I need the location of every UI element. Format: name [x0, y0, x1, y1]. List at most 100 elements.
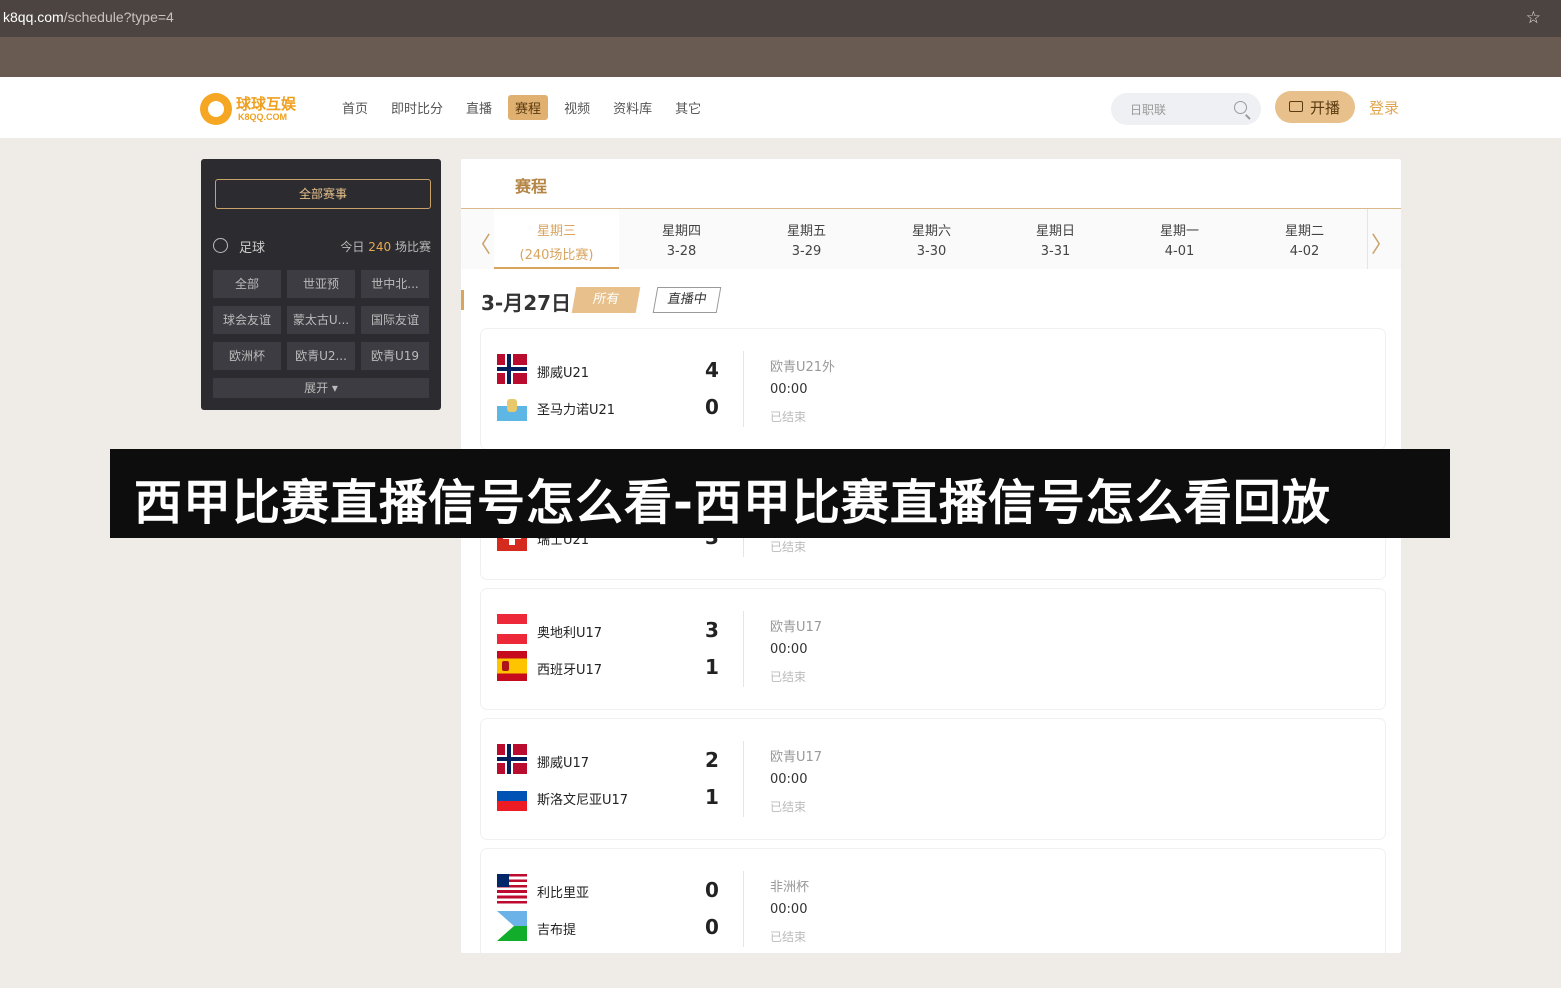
home-team: 挪威U21 4: [497, 354, 727, 384]
nav-database[interactable]: 资料库: [606, 95, 659, 120]
competition-name: 非洲杯: [770, 880, 810, 895]
team-score: 4: [705, 358, 719, 382]
day-tab[interactable]: 星期六 3-30: [869, 209, 994, 269]
norway-flag-icon: [497, 744, 527, 774]
san-marino-flag-icon: [497, 391, 527, 421]
expand-button[interactable]: 展开 ▾: [213, 378, 429, 398]
djibouti-flag-icon: [497, 911, 527, 941]
day-date: 3-28: [666, 244, 697, 259]
day-tab[interactable]: 星期日 3-31: [993, 209, 1118, 269]
liberia-flag-icon: [497, 874, 527, 904]
nav-home[interactable]: 首页: [335, 95, 375, 120]
filter-all-tag[interactable]: 所有: [571, 287, 641, 313]
match-divider: [743, 741, 744, 817]
team-score: 2: [705, 748, 719, 772]
team-name: 圣马力诺U21: [537, 403, 616, 418]
search-icon[interactable]: [1234, 101, 1247, 114]
away-team: 圣马力诺U21 0: [497, 391, 727, 421]
day-tab[interactable]: 星期二 4-02: [1242, 209, 1367, 269]
browser-url-bar[interactable]: k8qq.com/schedule?type=4 ☆: [0, 0, 1561, 37]
day-tabs: 〈 星期三 (240场比赛) 星期四 3-28 星期五 3-29 星期六 3-30 星期…: [461, 209, 1401, 269]
day-date: (240场比赛): [519, 248, 594, 263]
category-grid: 全部 世亚预 世中北... 球会友谊 蒙太古U... 国际友谊 欧洲杯 欧青U2…: [213, 270, 431, 370]
category-chip[interactable]: 球会友谊: [213, 306, 281, 334]
match-time: 00:00: [770, 642, 808, 657]
day-tabs-divider: [1367, 209, 1368, 269]
day-date: 3-29: [791, 244, 822, 259]
day-date: 3-30: [916, 244, 947, 259]
sport-label: 足球: [239, 241, 266, 256]
austria-flag-icon: [497, 614, 527, 644]
norway-flag-icon: [497, 354, 527, 384]
team-name: 吉布提: [537, 923, 577, 938]
category-chip[interactable]: 欧青U2...: [287, 342, 355, 370]
day-tab[interactable]: 星期四 3-28: [619, 209, 744, 269]
nav-live-scores[interactable]: 即时比分: [384, 95, 450, 120]
nav-other[interactable]: 其它: [668, 95, 708, 120]
category-chip[interactable]: 世中北...: [361, 270, 429, 298]
url-text[interactable]: k8qq.com/schedule?type=4: [3, 9, 174, 25]
match-divider: [743, 871, 744, 947]
match-status: 已结束: [770, 540, 807, 554]
date-heading: 3-月27日: [481, 291, 572, 315]
match-status: 已结束: [770, 410, 807, 424]
team-name: 斯洛文尼亚U17: [537, 793, 629, 808]
day-name: 星期四: [661, 224, 701, 239]
match-status: 已结束: [770, 930, 807, 944]
match-card[interactable]: 利比里亚 0 吉布提 0 非洲杯 00:00 已结束: [481, 849, 1385, 953]
start-live-button[interactable]: 开播: [1275, 91, 1355, 123]
match-card[interactable]: 挪威U21 4 圣马力诺U21 0 欧青U21外 00:00 已结束: [481, 329, 1385, 449]
chevron-right-icon[interactable]: 〉: [1371, 227, 1393, 259]
team-name: 利比里亚: [537, 886, 590, 901]
home-team: 挪威U17 2: [497, 744, 727, 774]
logo-name: 球球互娱: [236, 96, 297, 113]
day-tab[interactable]: 星期三 (240场比赛): [494, 209, 619, 269]
day-name: 星期五: [786, 224, 826, 239]
match-time: 00:00: [770, 772, 808, 787]
home-team: 利比里亚 0: [497, 874, 727, 904]
schedule-panel: 赛程 〈 星期三 (240场比赛) 星期四 3-28 星期五 3-29 星期六 3-30…: [461, 159, 1401, 953]
away-team: 西班牙U17 1: [497, 651, 727, 681]
logo-ball-icon: [200, 93, 232, 125]
match-status: 已结束: [770, 800, 807, 814]
category-chip[interactable]: 欧青U19: [361, 342, 429, 370]
category-chip[interactable]: 欧洲杯: [213, 342, 281, 370]
category-chip[interactable]: 世亚预: [287, 270, 355, 298]
search-box[interactable]: 日职联: [1111, 93, 1261, 125]
team-score: 0: [705, 878, 719, 902]
team-score: 1: [705, 785, 719, 809]
day-name: 星期一: [1159, 224, 1199, 239]
team-name: 奥地利U17: [537, 626, 603, 641]
login-link[interactable]: 登录: [1369, 97, 1399, 118]
match-divider: [743, 351, 744, 427]
banner-text: 西甲比赛直播信号怎么看-西甲比赛直播信号怎么看回放: [134, 475, 1331, 531]
site-logo[interactable]: 球球互娱 K8QQ.COM: [200, 91, 305, 125]
match-card[interactable]: 挪威U17 2 斯洛文尼亚U17 1 欧青U17 00:00 已结束: [481, 719, 1385, 839]
match-status: 已结束: [770, 670, 807, 684]
match-divider: [743, 611, 744, 687]
start-live-label: 开播: [1310, 99, 1341, 117]
bookmark-star-icon[interactable]: ☆: [1526, 8, 1541, 28]
nav-schedule[interactable]: 赛程: [508, 95, 549, 120]
nav-video[interactable]: 视频: [557, 95, 597, 120]
match-card[interactable]: 奥地利U17 3 西班牙U17 1 欧青U17 00:00 已结束: [481, 589, 1385, 709]
category-chip[interactable]: 国际友谊: [361, 306, 429, 334]
competition-name: 欧青U21外: [770, 360, 836, 375]
nav-live[interactable]: 直播: [459, 95, 499, 120]
all-events-button[interactable]: 全部赛事: [215, 179, 431, 209]
day-tab[interactable]: 星期五 3-29: [744, 209, 869, 269]
chevron-left-icon[interactable]: 〈: [469, 227, 491, 259]
filter-live-tag[interactable]: 直播中: [652, 287, 722, 313]
team-name: 挪威U17: [537, 756, 590, 771]
title-banner: 西甲比赛直播信号怎么看-西甲比赛直播信号怎么看回放: [110, 449, 1450, 538]
main-nav: 首页 即时比分 直播 赛程 视频 资料库 其它: [335, 95, 717, 120]
category-chip[interactable]: 全部: [213, 270, 281, 298]
event-filter-panel: 全部赛事 足球 今日 240 场比赛 全部 世亚预 世中北... 球会友谊 蒙太…: [201, 159, 441, 410]
logo-domain: K8QQ.COM: [238, 112, 288, 122]
day-tab[interactable]: 星期一 4-01: [1117, 209, 1242, 269]
category-chip[interactable]: 蒙太古U...: [287, 306, 355, 334]
today-prefix: 今日: [340, 240, 365, 254]
away-team: 斯洛文尼亚U17 1: [497, 781, 727, 811]
search-input[interactable]: 日职联: [1130, 101, 1166, 118]
day-name: 星期六: [911, 224, 951, 239]
